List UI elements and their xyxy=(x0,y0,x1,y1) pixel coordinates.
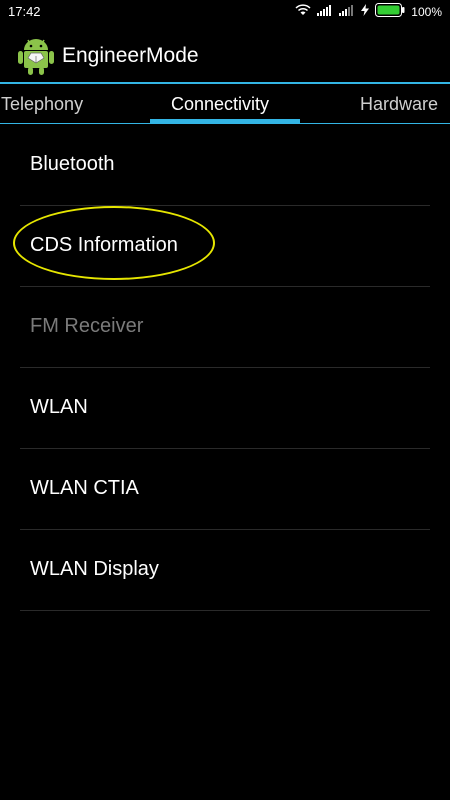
list-item-label: Bluetooth xyxy=(30,153,115,175)
signal-icon-2 xyxy=(339,3,355,21)
tab-bar-divider xyxy=(0,123,450,124)
status-icons: 100% xyxy=(289,2,442,22)
list-item-label: CDS Information xyxy=(30,234,178,256)
app-title: EngineerMode xyxy=(62,44,199,67)
list-item-cds-information[interactable]: CDS Information xyxy=(20,206,430,287)
list-item-label: FM Receiver xyxy=(30,315,144,337)
list-item-wlan-display[interactable]: WLAN Display xyxy=(20,530,430,611)
list-item-wlan[interactable]: WLAN xyxy=(20,368,430,449)
android-icon xyxy=(17,36,55,76)
battery-percent: 100% xyxy=(411,5,442,19)
list-item-label: WLAN Display xyxy=(30,558,159,580)
battery-icon xyxy=(375,2,405,22)
action-bar: EngineerMode xyxy=(0,24,450,82)
list-item-fm-receiver: FM Receiver xyxy=(20,287,430,368)
connectivity-list: Bluetooth CDS Information FM Receiver WL… xyxy=(20,125,430,611)
list-item-wlan-ctia[interactable]: WLAN CTIA xyxy=(20,449,430,530)
tab-telephony[interactable]: Telephony xyxy=(1,94,83,115)
list-item-label: WLAN xyxy=(30,396,88,418)
wifi-icon xyxy=(295,3,311,21)
tab-connectivity[interactable]: Connectivity xyxy=(171,94,269,115)
status-time: 17:42 xyxy=(8,4,41,19)
signal-icon xyxy=(317,3,333,21)
tab-bar: Telephony Connectivity Hardware xyxy=(0,84,450,124)
tab-hardware[interactable]: Hardware xyxy=(360,94,438,115)
list-item-bluetooth[interactable]: Bluetooth xyxy=(20,125,430,206)
charging-icon xyxy=(361,3,370,21)
status-bar: 17:42 100% xyxy=(0,0,450,24)
list-item-label: WLAN CTIA xyxy=(30,477,139,499)
